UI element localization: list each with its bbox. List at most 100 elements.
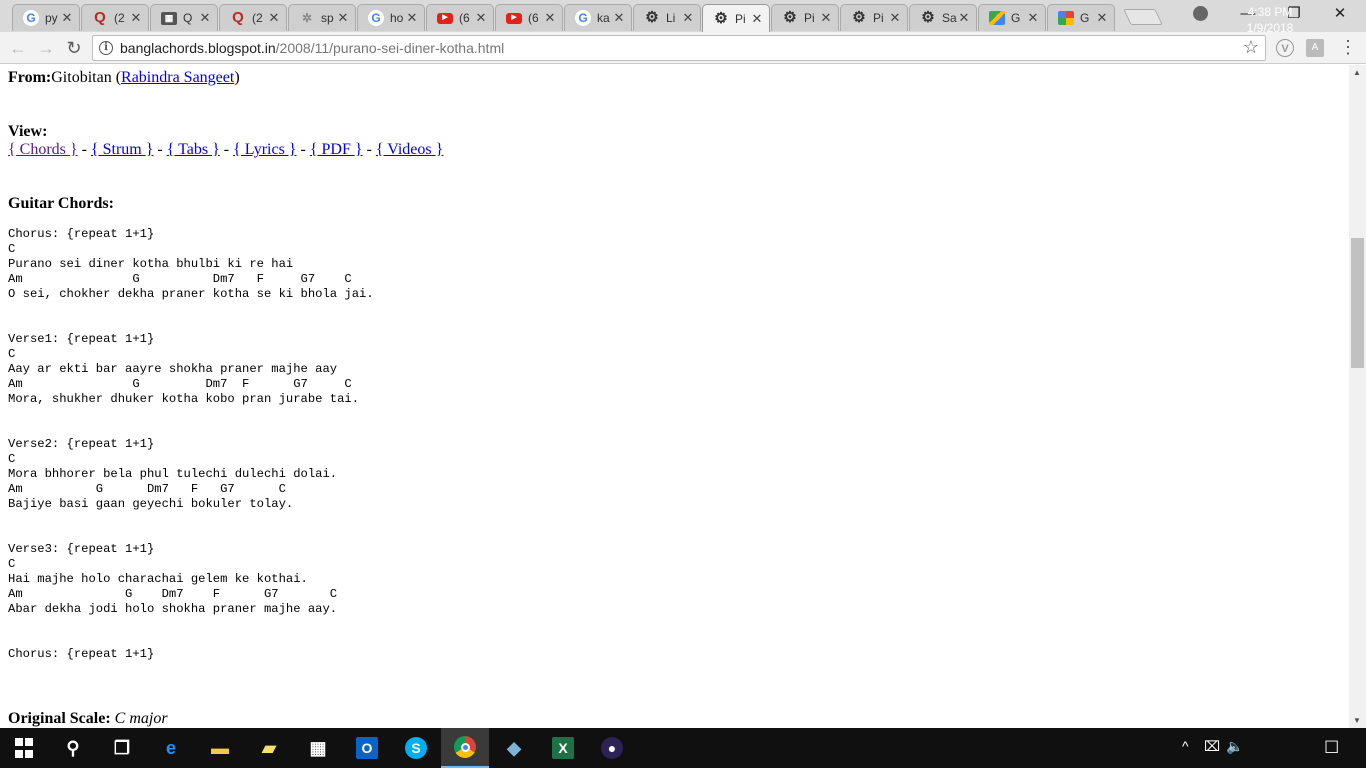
scroll-up-arrow-icon[interactable]: ▲ xyxy=(1353,68,1361,77)
reload-button[interactable]: ↻ xyxy=(62,36,86,60)
browser-tab[interactable]: G ✕ xyxy=(978,4,1046,31)
tab-close-icon[interactable]: ✕ xyxy=(958,10,970,26)
view-link[interactable]: { Strum } xyxy=(91,141,153,158)
tab-close-icon[interactable]: ✕ xyxy=(199,10,211,26)
volume-icon[interactable]: 🔈 xyxy=(1226,738,1243,755)
notifications-icon[interactable]: ☐ xyxy=(1324,738,1339,758)
task-view-icon: ❐ xyxy=(113,737,131,758)
browser-tab[interactable]: Gho ✕ xyxy=(357,4,425,31)
extension-pdf-icon[interactable]: A xyxy=(1306,39,1324,57)
sticky-notes-icon: ▰ xyxy=(262,737,276,758)
browser-tab[interactable]: ⚙ Pi ✕ xyxy=(840,4,908,31)
youtube-icon: ▶ xyxy=(437,12,453,24)
view-link[interactable]: { PDF } xyxy=(310,141,363,158)
tab-close-icon[interactable]: ✕ xyxy=(61,10,73,26)
taskbar-task-view-button[interactable]: ❐ xyxy=(98,728,146,768)
browser-tab[interactable]: G ✕ xyxy=(1047,4,1115,31)
network-icon[interactable]: ⌧ xyxy=(1204,738,1220,755)
bookmark-star-icon[interactable]: ☆ xyxy=(1243,37,1259,58)
taskbar-chrome-button[interactable] xyxy=(441,728,489,768)
tab-close-icon[interactable]: ✕ xyxy=(682,10,694,26)
youtube-icon: ▶ xyxy=(506,12,522,24)
google-icon: G xyxy=(368,10,384,26)
tab-close-icon[interactable]: ✕ xyxy=(1096,10,1108,26)
view-link[interactable]: { Chords } xyxy=(8,141,78,158)
scrollbar-thumb[interactable] xyxy=(1351,238,1364,368)
taskbar-edge-button[interactable]: e xyxy=(147,728,195,768)
from-value: Gitobitan ( xyxy=(51,69,122,86)
browser-menu-icon[interactable]: ⋮ xyxy=(1339,38,1357,56)
taskbar-eclipse-button[interactable]: ● xyxy=(588,728,636,768)
view-link[interactable]: { Tabs } xyxy=(167,141,220,158)
gear-icon: ⚙ xyxy=(714,9,728,27)
url-text[interactable]: banglachords.blogspot.in/2008/11/purano-… xyxy=(120,40,504,56)
browser-tab[interactable]: ▦ Q ✕ xyxy=(150,4,218,31)
scroll-down-arrow-icon[interactable]: ▼ xyxy=(1353,716,1361,725)
taskbar-outlook-button[interactable]: O xyxy=(343,728,391,768)
site-info-icon[interactable]: i xyxy=(99,41,113,55)
taskbar-app-button[interactable]: ◆ xyxy=(490,728,538,768)
app-icon: ◆ xyxy=(507,737,521,758)
view-link[interactable]: { Videos } xyxy=(376,141,443,158)
taskbar-sticky-notes-button[interactable]: ▰ xyxy=(245,728,293,768)
view-link-separator: - xyxy=(362,141,376,158)
back-button[interactable]: ← xyxy=(6,36,30,60)
view-link-separator: - xyxy=(296,141,310,158)
browser-tab[interactable]: ▶ (6 ✕ xyxy=(495,4,563,31)
browser-tab[interactable]: ▶ (6 ✕ xyxy=(426,4,494,31)
document-icon: ▦ xyxy=(161,11,177,25)
address-bar[interactable]: i banglachords.blogspot.in/2008/11/puran… xyxy=(92,35,1266,61)
tab-close-icon[interactable]: ✕ xyxy=(130,10,142,26)
taskbar-search-button[interactable]: ⚲ xyxy=(49,728,97,768)
tab-close-icon[interactable]: ✕ xyxy=(1027,10,1039,26)
chrome-icon xyxy=(454,736,476,758)
tab-close-icon[interactable]: ✕ xyxy=(268,10,280,26)
extension-v-icon[interactable]: V xyxy=(1276,39,1294,57)
window-close-button[interactable]: ✕ xyxy=(1318,4,1362,24)
tab-close-icon[interactable]: ✕ xyxy=(406,10,418,26)
browser-tab[interactable]: Gpy ✕ xyxy=(12,4,80,31)
tab-close-icon[interactable]: ✕ xyxy=(337,10,349,26)
tab-close-icon[interactable]: ✕ xyxy=(889,10,901,26)
edge-icon: e xyxy=(165,737,176,758)
browser-tab[interactable]: ✲ sp ✕ xyxy=(288,4,356,31)
view-link-separator: - xyxy=(153,141,167,158)
browser-tab[interactable]: ⚙ Sa ✕ xyxy=(909,4,977,31)
tab-title: (6 xyxy=(528,11,539,25)
profile-icon[interactable] xyxy=(1193,6,1208,21)
tray-chevron-icon[interactable]: ^ xyxy=(1182,738,1189,754)
maps-icon xyxy=(989,11,1005,25)
browser-tab[interactable]: Q (2 ✕ xyxy=(81,4,149,31)
browser-tab[interactable]: Gka ✕ xyxy=(564,4,632,31)
tab-close-icon[interactable]: ✕ xyxy=(820,10,832,26)
new-tab-button[interactable] xyxy=(1123,9,1163,25)
guitar-chords-heading: Guitar Chords: xyxy=(8,195,114,212)
taskbar-calculator-button[interactable]: ▦ xyxy=(294,728,342,768)
search-icon: ⚲ xyxy=(66,737,80,758)
view-label-line: View: xyxy=(8,123,47,141)
tab-title: G xyxy=(1080,11,1090,25)
tab-title: ho xyxy=(390,11,404,25)
tab-close-icon[interactable]: ✕ xyxy=(475,10,487,26)
start-button[interactable] xyxy=(0,728,48,768)
view-link-separator: - xyxy=(219,141,234,158)
browser-tab[interactable]: ⚙ Pi ✕ xyxy=(702,4,770,32)
taskbar-skype-button[interactable]: S xyxy=(392,728,440,768)
tab-title: Sa xyxy=(942,11,957,25)
forward-button[interactable]: → xyxy=(34,36,58,60)
browser-tab[interactable]: ⚙ Pi ✕ xyxy=(771,4,839,31)
url-host: banglachords.blogspot.in xyxy=(120,40,276,56)
page-scrollbar[interactable]: ▲ ▼ xyxy=(1349,65,1366,728)
tab-close-icon[interactable]: ✕ xyxy=(613,10,625,26)
calculator-icon: ▦ xyxy=(309,737,327,758)
browser-tab[interactable]: ⚙ Li ✕ xyxy=(633,4,701,31)
tab-close-icon[interactable]: ✕ xyxy=(544,10,556,26)
tab-close-icon[interactable]: ✕ xyxy=(751,11,763,27)
taskbar-clock[interactable]: 4:38 PM 1/9/2018 xyxy=(1240,4,1300,36)
taskbar-excel-button[interactable]: X xyxy=(539,728,587,768)
windows-logo-icon xyxy=(13,737,35,759)
browser-tab[interactable]: Q (2 ✕ xyxy=(219,4,287,31)
rabindra-sangeet-link[interactable]: Rabindra Sangeet xyxy=(121,69,234,86)
view-link[interactable]: { Lyrics } xyxy=(233,141,296,158)
taskbar-file-explorer-button[interactable]: ▬ xyxy=(196,728,244,768)
